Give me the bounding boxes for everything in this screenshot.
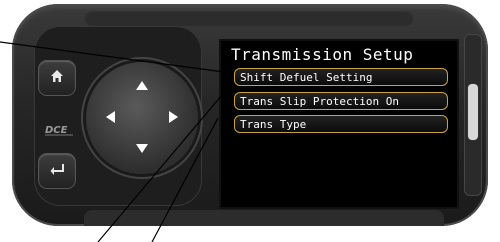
up-arrow-button[interactable] <box>131 76 153 98</box>
display-screen: Transmission Setup Shift Defuel Setting … <box>219 39 459 209</box>
screen-title: Transmission Setup <box>231 45 414 64</box>
left-arrow-button[interactable] <box>100 107 122 129</box>
bezel-bottom <box>84 210 444 226</box>
home-icon <box>49 68 65 88</box>
arrow-up-icon <box>135 78 149 97</box>
directional-pad[interactable] <box>86 62 198 174</box>
right-arrow-button[interactable] <box>162 107 184 129</box>
logo-text: DCE <box>45 125 68 136</box>
arrow-left-icon <box>104 109 118 128</box>
home-button[interactable] <box>39 61 75 95</box>
menu-item-label: Trans Type <box>240 117 307 131</box>
memory-slot <box>468 84 478 140</box>
brand-logo: DCE <box>43 121 79 137</box>
down-arrow-button[interactable] <box>131 138 153 160</box>
bezel-top <box>84 10 414 26</box>
enter-button[interactable] <box>39 154 75 188</box>
menu-item-label: Trans Slip Protection On <box>240 94 399 108</box>
menu-item-shift-defuel[interactable]: Shift Defuel Setting <box>234 68 448 86</box>
enter-icon <box>49 161 65 181</box>
arrow-right-icon <box>166 109 180 128</box>
menu-item-trans-slip[interactable]: Trans Slip Protection On <box>234 92 448 110</box>
menu-item-trans-type[interactable]: Trans Type <box>234 115 448 133</box>
tuner-device: DCE Transmission Setup Shift Defuel Sett… <box>12 4 488 226</box>
menu-item-label: Shift Defuel Setting <box>240 70 373 84</box>
arrow-down-icon <box>135 140 149 159</box>
